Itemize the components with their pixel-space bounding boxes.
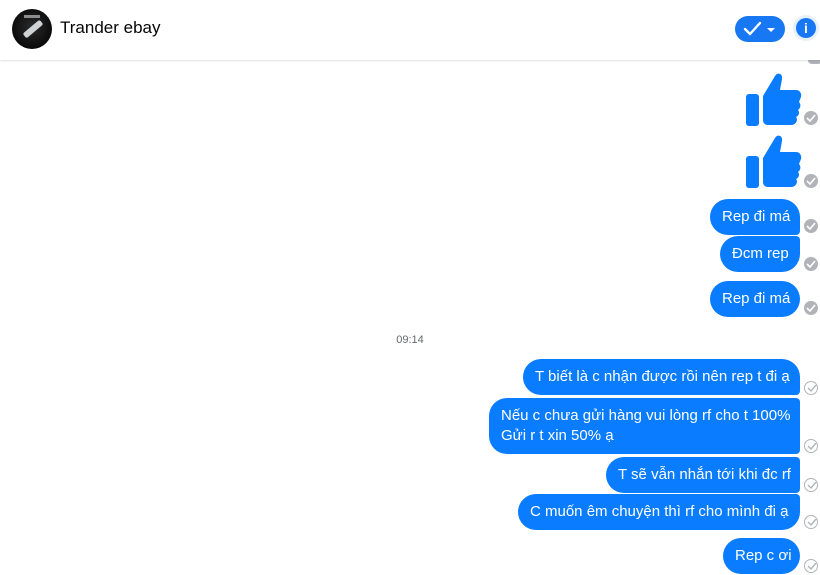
sent-indicator — [804, 478, 818, 492]
message-bubble[interactable]: Đcm rep — [720, 236, 800, 272]
message-bubble[interactable]: Rep đi má — [710, 199, 800, 235]
message-timestamp: 09:14 — [396, 334, 424, 346]
message-line: Nếu c chưa gửi hàng vui lòng rf cho t 10… — [501, 407, 791, 424]
avatar-logo-mark — [24, 15, 40, 18]
contact-name[interactable]: Trander ebay — [60, 18, 160, 38]
sent-indicator — [804, 381, 818, 395]
chat-header: Trander ebay i — [0, 0, 820, 60]
conversation-info-button[interactable]: i — [793, 15, 819, 41]
contact-avatar[interactable] — [12, 9, 52, 49]
mark-done-button[interactable] — [735, 16, 785, 42]
thumbs-up-icon — [746, 73, 802, 126]
seen-indicator — [804, 174, 818, 188]
message-bubble-multiline[interactable]: Nếu c chưa gửi hàng vui lòng rf cho t 10… — [489, 398, 800, 454]
checkmark-icon — [743, 21, 775, 36]
sent-indicator — [804, 515, 818, 529]
message-bubble[interactable]: T sẽ vẫn nhắn tới khi đc rf — [606, 457, 800, 493]
thumbs-up-icon — [746, 135, 802, 188]
message-list[interactable]: Rep đi má Đcm rep Rep đi má 09:14 T biết… — [0, 60, 820, 575]
message-bubble[interactable]: Rep đi má — [710, 281, 800, 317]
avatar-knife-image — [22, 19, 44, 39]
sent-indicator — [804, 559, 818, 573]
message-bubble[interactable]: C muốn êm chuyện thì rf cho mình đi ạ — [518, 494, 800, 530]
seen-indicator — [804, 219, 818, 233]
message-line: Gửi r t xin 50% ạ — [501, 427, 614, 444]
message-bubble[interactable]: Rep c ơi — [723, 538, 800, 574]
sent-indicator — [804, 439, 818, 453]
info-icon: i — [796, 18, 816, 38]
caret-down-icon — [767, 28, 775, 32]
message-bubble[interactable]: T biết là c nhận được rồi nên rep t đi ạ — [523, 359, 800, 395]
seen-indicator — [804, 301, 818, 315]
seen-indicator — [804, 111, 818, 125]
seen-indicator — [804, 257, 818, 271]
